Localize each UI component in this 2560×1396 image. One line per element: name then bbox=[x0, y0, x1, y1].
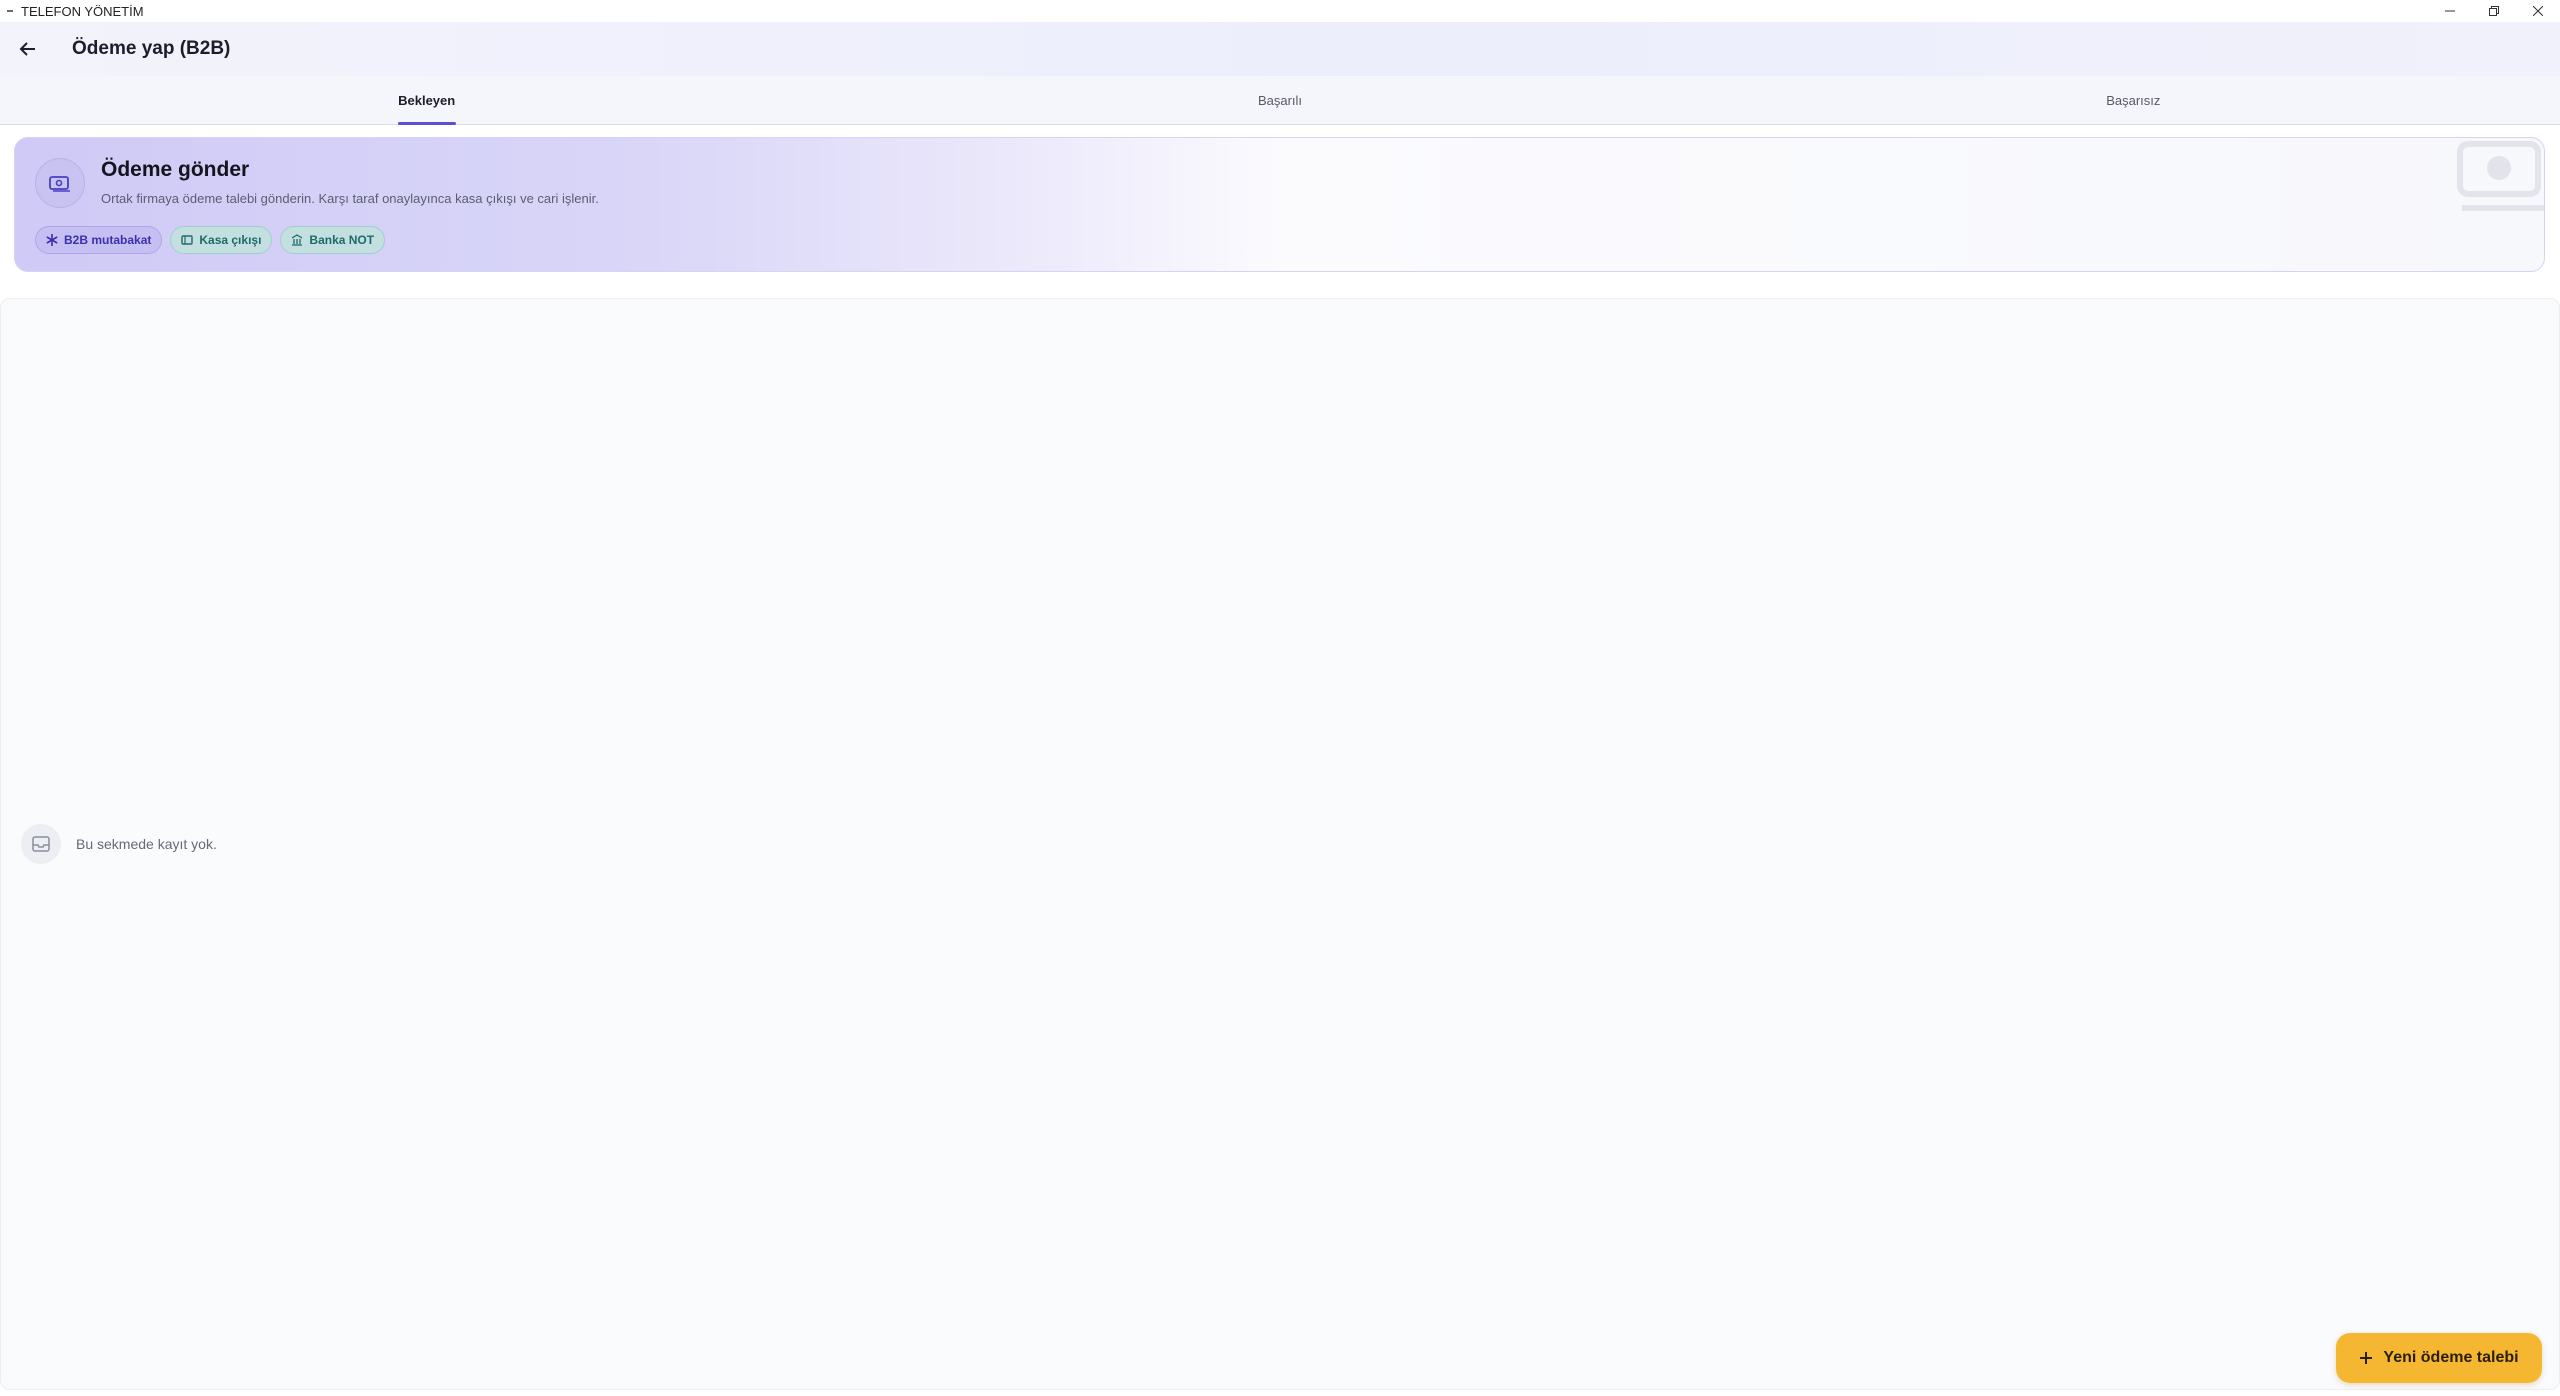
bank-icon bbox=[292, 234, 303, 246]
banner-icon bbox=[35, 158, 85, 208]
restore-button[interactable] bbox=[2472, 0, 2516, 22]
restore-icon bbox=[2489, 6, 2499, 16]
payment-icon bbox=[49, 176, 70, 192]
new-payment-request-button[interactable]: Yeni ödeme talebi bbox=[2336, 1333, 2542, 1383]
window-title: TELEFON YÖNETİM bbox=[21, 3, 144, 19]
active-tab-indicator bbox=[397, 122, 456, 125]
app-icon bbox=[7, 10, 13, 12]
close-button[interactable] bbox=[2516, 0, 2560, 22]
app-bar: Ödeme yap (B2B) bbox=[0, 22, 2560, 76]
tab-label: Başarılı bbox=[1257, 92, 1303, 108]
records-panel: Bu sekmede kayıt yok. bbox=[0, 298, 2560, 1390]
tab-label: Bekleyen bbox=[398, 92, 456, 108]
chip-bank-note: Banka NOT bbox=[280, 226, 386, 254]
asterisk-icon bbox=[46, 234, 58, 246]
back-button[interactable] bbox=[8, 29, 48, 69]
chip-label: B2B mutabakat bbox=[64, 233, 152, 247]
tab-bar: Bekleyen Başarılı Başarısız bbox=[0, 76, 2560, 125]
chip-b2b-reconciliation: B2B mutabakat bbox=[35, 226, 163, 254]
tab-successful[interactable]: Başarılı bbox=[853, 76, 1706, 124]
chip-label: Banka NOT bbox=[309, 233, 375, 247]
tab-failed[interactable]: Başarısız bbox=[1707, 76, 2560, 124]
fab-label: Yeni ödeme talebi bbox=[2383, 1349, 2519, 1366]
banner-description: Ortak firmaya ödeme talebi gönderin. Kar… bbox=[101, 191, 599, 206]
tab-label: Başarısız bbox=[2106, 92, 2161, 108]
empty-state: Bu sekmede kayıt yok. bbox=[21, 824, 217, 864]
close-icon bbox=[2533, 6, 2543, 16]
banner-title: Ödeme gönder bbox=[101, 158, 250, 181]
plus-icon bbox=[2360, 1352, 2373, 1364]
chip-label: Kasa çıkışı bbox=[199, 233, 262, 247]
window-controls bbox=[2428, 0, 2560, 22]
page-title: Ödeme yap (B2B) bbox=[72, 38, 231, 59]
chip-row: B2B mutabakat Kasa çıkışı Banka NOT bbox=[35, 226, 386, 254]
empty-state-text: Bu sekmede kayıt yok. bbox=[76, 836, 217, 852]
minimize-button[interactable] bbox=[2428, 0, 2472, 22]
window-titlebar: TELEFON YÖNETİM bbox=[0, 0, 2560, 22]
arrow-left-icon bbox=[19, 42, 35, 56]
cash-icon bbox=[181, 235, 194, 245]
payment-watermark-icon bbox=[2457, 141, 2544, 211]
empty-state-icon bbox=[21, 824, 61, 864]
info-banner: Ödeme gönder Ortak firmaya ödeme talebi … bbox=[14, 137, 2545, 272]
minimize-icon bbox=[2445, 10, 2455, 12]
tab-pending[interactable]: Bekleyen bbox=[0, 76, 853, 125]
chip-cash-out: Kasa çıkışı bbox=[170, 226, 273, 254]
inbox-icon bbox=[32, 836, 50, 852]
